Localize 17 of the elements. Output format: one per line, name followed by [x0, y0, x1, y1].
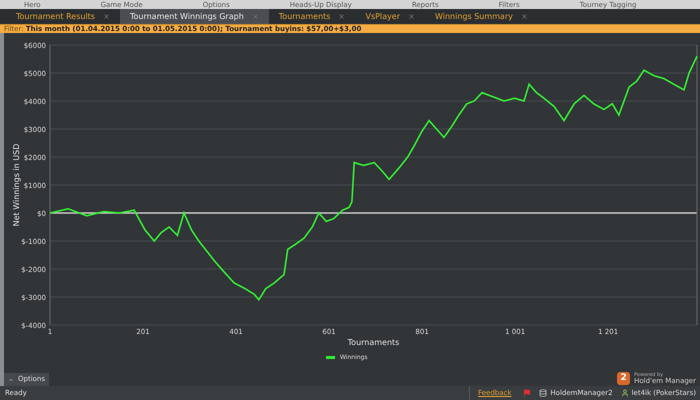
- close-icon[interactable]: [338, 13, 346, 20]
- close-icon[interactable]: [520, 13, 528, 20]
- user-icon: [620, 389, 629, 397]
- flag-icon[interactable]: [523, 389, 532, 397]
- tab[interactable]: Tournaments: [268, 9, 356, 24]
- close-icon[interactable]: [102, 13, 110, 20]
- y-axis-title: Net Winnings in USD: [12, 144, 21, 226]
- tab[interactable]: VsPlayer: [355, 9, 426, 24]
- close-icon[interactable]: [252, 13, 259, 20]
- tab[interactable]: Tournament Results: [6, 9, 120, 24]
- close-icon[interactable]: [408, 13, 416, 20]
- database-icon: [539, 389, 548, 397]
- x-axis-title: Tournaments: [348, 338, 400, 347]
- tab[interactable]: Winnings Summary: [425, 9, 538, 24]
- logo-badge: 2: [617, 372, 630, 385]
- tab[interactable]: Tournament Winnings Graph: [120, 9, 269, 24]
- chevron-up-icon: [8, 376, 14, 382]
